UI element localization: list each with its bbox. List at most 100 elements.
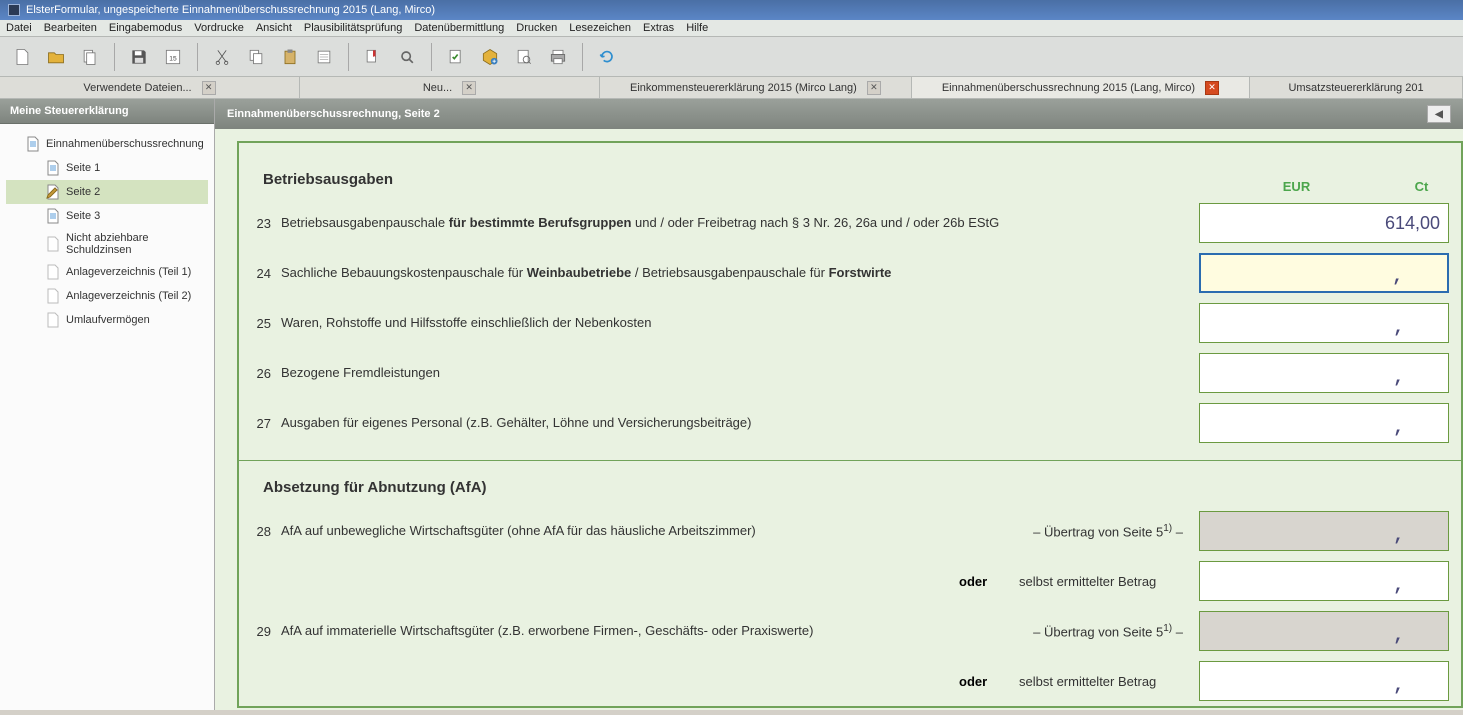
form-row-24: 24 Sachliche Bebauungskostenpauschale fü…	[239, 248, 1461, 298]
amount-input-23[interactable]: 614,00	[1199, 203, 1449, 243]
row-hint: – Übertrag von Seite 51) –	[999, 623, 1199, 639]
blank-page-icon	[46, 312, 60, 328]
notes-button[interactable]	[310, 43, 338, 71]
row-number: 27	[239, 416, 281, 431]
cut-button[interactable]	[208, 43, 236, 71]
tab-close-icon[interactable]: ✕	[462, 81, 476, 95]
tab-neu[interactable]: Neu...✕	[300, 77, 600, 98]
new-file-button[interactable]	[8, 43, 36, 71]
refresh-button[interactable]	[593, 43, 621, 71]
form-row-28: 28 AfA auf unbewegliche Wirtschaftsgüter…	[239, 506, 1461, 556]
amount-input-25[interactable]: ,	[1199, 303, 1449, 343]
amount-input-29b[interactable]: ,	[1199, 661, 1449, 701]
validate-button[interactable]	[442, 43, 470, 71]
menu-ansicht[interactable]: Ansicht	[256, 22, 292, 34]
row-number: 29	[239, 624, 281, 639]
menu-extras[interactable]: Extras	[643, 22, 674, 34]
form-page: Betriebsausgaben EUR Ct 23 Betriebsausga…	[237, 141, 1463, 708]
scroll-left-button[interactable]: ◀	[1427, 105, 1451, 123]
row-number: 24	[239, 266, 281, 281]
svg-text:15: 15	[169, 55, 177, 62]
document-tabs: Verwendete Dateien...✕ Neu...✕ Einkommen…	[0, 77, 1463, 99]
tab-verwendete-dateien[interactable]: Verwendete Dateien...✕	[0, 77, 300, 98]
tab-umsatzsteuer[interactable]: Umsatzsteuererklärung 201	[1250, 77, 1463, 98]
menu-vordrucke[interactable]: Vordrucke	[194, 22, 244, 34]
form-row-25: 25 Waren, Rohstoffe und Hilfsstoffe eins…	[239, 298, 1461, 348]
save-with-date-button[interactable]: 15	[159, 43, 187, 71]
tree-seite-1[interactable]: Seite 1	[6, 156, 208, 180]
pencil-page-icon	[46, 184, 60, 200]
tab-close-icon[interactable]: ✕	[867, 81, 881, 95]
tab-close-icon[interactable]: ✕	[1205, 81, 1219, 95]
amount-display-28a: ,	[1199, 511, 1449, 551]
menu-eingabemodus[interactable]: Eingabemodus	[109, 22, 182, 34]
page-icon	[26, 136, 40, 152]
row-description: AfA auf immaterielle Wirtschaftsgüter (z…	[281, 622, 999, 640]
section-afa: Absetzung für Abnutzung (AfA)	[239, 461, 1461, 506]
tree-anlage-2[interactable]: Anlageverzeichnis (Teil 2)	[6, 284, 208, 308]
amount-input-26[interactable]: ,	[1199, 353, 1449, 393]
row-description: Bezogene Fremdleistungen	[281, 364, 1199, 382]
tree-root-einnahmen[interactable]: Einnahmenüberschussrechnung	[6, 132, 208, 156]
documents-button[interactable]	[76, 43, 104, 71]
tree-nicht-abziehbare[interactable]: Nicht abziehbare Schuldzinsen	[6, 228, 208, 260]
open-file-button[interactable]	[42, 43, 70, 71]
save-button[interactable]	[125, 43, 153, 71]
bookmark-button[interactable]	[359, 43, 387, 71]
tree-anlage-1[interactable]: Anlageverzeichnis (Teil 1)	[6, 260, 208, 284]
transmit-button[interactable]	[476, 43, 504, 71]
tree-seite-2[interactable]: Seite 2	[6, 180, 208, 204]
tab-close-icon[interactable]: ✕	[202, 81, 216, 95]
form-row-28-alt: oder selbst ermittelter Betrag ,	[239, 556, 1461, 606]
tree-umlaufvermoegen[interactable]: Umlaufvermögen	[6, 308, 208, 332]
selbst-label: selbst ermittelter Betrag	[1019, 574, 1199, 589]
copy-button[interactable]	[242, 43, 270, 71]
form-row-29-alt: oder selbst ermittelter Betrag ,	[239, 656, 1461, 706]
amount-display-29a: ,	[1199, 611, 1449, 651]
amount-input-24[interactable]: ,	[1199, 253, 1449, 293]
paste-button[interactable]	[276, 43, 304, 71]
row-number: 28	[239, 524, 281, 539]
section-betriebsausgaben: Betriebsausgaben	[239, 153, 1199, 198]
form-row-27: 27 Ausgaben für eigenes Personal (z.B. G…	[239, 398, 1461, 448]
row-number: 23	[239, 216, 281, 231]
menu-drucken[interactable]: Drucken	[516, 22, 557, 34]
eur-label: EUR	[1199, 179, 1394, 194]
tab-einkommensteuer[interactable]: Einkommensteuererklärung 2015 (Mirco Lan…	[600, 77, 912, 98]
form-row-29: 29 AfA auf immaterielle Wirtschaftsgüter…	[239, 606, 1461, 656]
menu-datenuebermittlung[interactable]: Datenübermittlung	[414, 22, 504, 34]
menu-lesezeichen[interactable]: Lesezeichen	[569, 22, 631, 34]
form-scroll-area[interactable]: Betriebsausgaben EUR Ct 23 Betriebsausga…	[215, 129, 1463, 710]
window-titlebar: ElsterFormular, ungespeicherte Einnahmen…	[0, 0, 1463, 20]
row-description: Betriebsausgabenpauschale für bestimmte …	[281, 214, 1199, 232]
page-icon	[46, 208, 60, 224]
row-description: AfA auf unbewegliche Wirtschaftsgüter (o…	[281, 522, 999, 540]
zoom-button[interactable]	[393, 43, 421, 71]
sidebar-title: Meine Steuererklärung	[0, 99, 214, 124]
blank-page-icon	[46, 264, 60, 280]
row-description: Waren, Rohstoffe und Hilfsstoffe einschl…	[281, 314, 1199, 332]
content-header: Einnahmenüberschussrechnung, Seite 2 ◀	[215, 99, 1463, 129]
row-number: 25	[239, 316, 281, 331]
row-number: 26	[239, 366, 281, 381]
menu-plausibilitaet[interactable]: Plausibilitätsprüfung	[304, 22, 402, 34]
menu-bearbeiten[interactable]: Bearbeiten	[44, 22, 97, 34]
ct-label: Ct	[1394, 179, 1449, 194]
content-title: Einnahmenüberschussrechnung, Seite 2	[227, 108, 440, 120]
system-menu-icon[interactable]	[8, 4, 20, 16]
tree-seite-3[interactable]: Seite 3	[6, 204, 208, 228]
selbst-label: selbst ermittelter Betrag	[1019, 674, 1199, 689]
form-row-23: 23 Betriebsausgabenpauschale für bestimm…	[239, 198, 1461, 248]
tab-einnahmenueberschuss[interactable]: Einnahmenüberschussrechnung 2015 (Lang, …	[912, 77, 1250, 98]
preview-button[interactable]	[510, 43, 538, 71]
window-title: ElsterFormular, ungespeicherte Einnahmen…	[26, 4, 435, 16]
menu-datei[interactable]: Datei	[6, 22, 32, 34]
sidebar: Meine Steuererklärung Einnahmenüberschus…	[0, 99, 215, 710]
oder-label: oder	[959, 674, 1019, 689]
amount-input-28b[interactable]: ,	[1199, 561, 1449, 601]
print-button[interactable]	[544, 43, 572, 71]
toolbar: 15	[0, 37, 1463, 77]
blank-page-icon	[46, 236, 60, 252]
amount-input-27[interactable]: ,	[1199, 403, 1449, 443]
menu-hilfe[interactable]: Hilfe	[686, 22, 708, 34]
